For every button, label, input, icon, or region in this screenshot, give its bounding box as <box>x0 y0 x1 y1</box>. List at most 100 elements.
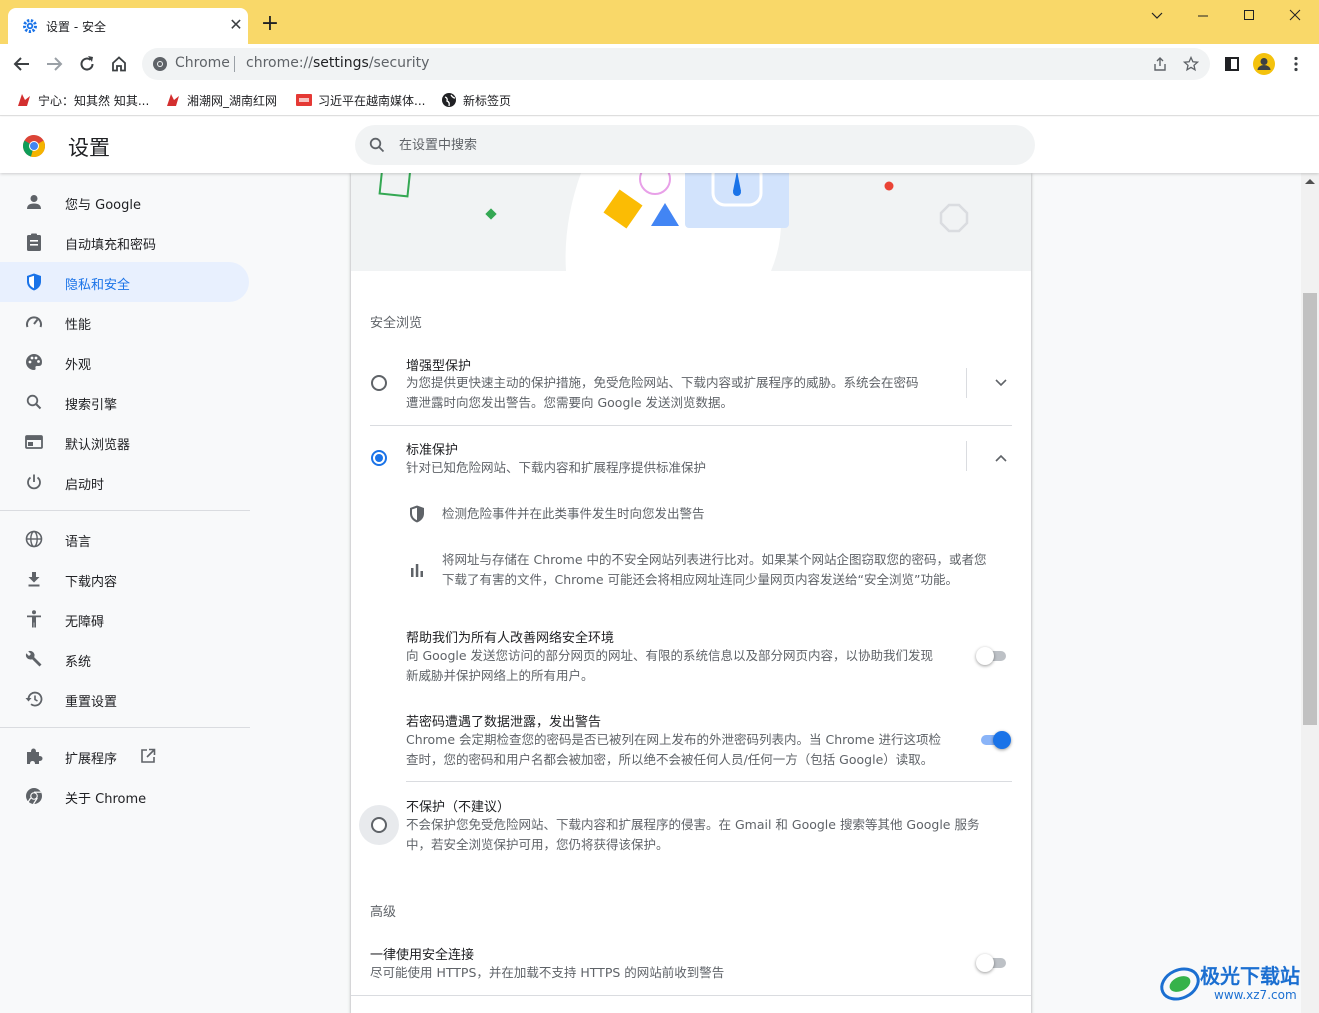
address-bar[interactable]: Chrome chrome://settings/security <box>142 48 1210 80</box>
sidebar-item-downloads[interactable]: 下载内容 <box>0 559 249 599</box>
watermark-text: 极光下载站 <box>1200 964 1300 988</box>
bookmark-label: 湘潮网_湖南红网 <box>187 93 278 108</box>
sidebar-item-search-engine[interactable]: 搜索引擎 <box>0 382 249 422</box>
accessibility-icon <box>24 610 44 628</box>
share-icon[interactable] <box>1150 54 1170 74</box>
help-improve-toggle[interactable] <box>976 647 1008 665</box>
maximize-icon[interactable] <box>1226 4 1272 28</box>
back-icon[interactable] <box>8 50 36 78</box>
sidebar-item-accessibility[interactable]: 无障碍 <box>0 599 249 639</box>
omnibox-url[interactable]: chrome://settings/security <box>246 55 429 71</box>
reload-icon[interactable] <box>73 50 101 78</box>
page-scrollbar[interactable] <box>1301 173 1319 1013</box>
search-icon <box>24 393 44 411</box>
toggle-knob <box>993 731 1011 749</box>
bookmark-label: 习近平在越南媒体... <box>318 93 426 108</box>
new-tab-button[interactable]: + <box>258 12 282 36</box>
settings-header: 设置 <box>0 117 1319 173</box>
sidebar-item-appearance[interactable]: 外观 <box>0 342 249 382</box>
tab-settings-security[interactable]: 设置 - 安全 ✕ <box>8 8 248 44</box>
palette-icon <box>24 353 44 371</box>
toggle-knob <box>976 647 994 665</box>
settings-body: 您与 Google 自动填充和密码 隐私和安全 性能 外观 搜索引擎 默认浏览器 <box>0 173 1319 1013</box>
tab-title: 设置 - 安全 <box>46 20 106 34</box>
puzzle-icon <box>24 747 44 765</box>
standard-protection-desc: 针对已知危险网站、下载内容和扩展程序提供标准保护 <box>406 460 707 475</box>
section-heading-advanced: 高级 <box>370 905 397 920</box>
sidebar-item-default-browser[interactable]: 默认浏览器 <box>0 422 249 462</box>
scroll-up-arrow-icon[interactable] <box>1305 179 1315 184</box>
https-toggle[interactable] <box>976 954 1008 972</box>
enhanced-protection-desc: 为您提供更快速主动的保护措施，免受危险网站、下载内容或扩展程序的威胁。系统会在密… <box>406 375 919 390</box>
bar-chart-icon <box>408 561 426 579</box>
bookmark-favicon-icon <box>296 92 312 108</box>
standard-protection-title: 标准保护 <box>406 443 459 458</box>
no-protection-title: 不保护（不建议） <box>406 800 511 815</box>
bookmark-item[interactable]: 宁心：知其然 知其... <box>16 92 149 108</box>
download-icon <box>24 570 44 588</box>
bookmark-label: 宁心：知其然 知其... <box>38 93 150 108</box>
forward-icon[interactable] <box>40 50 68 78</box>
shield-icon <box>24 273 44 291</box>
password-warning-desc: 查时，您的密码和用户名都会被加密，所以绝不会被任何人员/任何一方（包括 Goog… <box>406 752 934 767</box>
password-warning-toggle[interactable] <box>979 731 1011 749</box>
omnibox-site-label: Chrome <box>175 55 230 71</box>
sidebar-item-label: 自动填充和密码 <box>65 238 157 253</box>
settings-search[interactable] <box>355 125 1035 165</box>
radio-no-protection[interactable] <box>371 817 387 833</box>
bookmark-item[interactable]: 习近平在越南媒体... <box>296 92 425 108</box>
profile-avatar[interactable] <box>1250 50 1278 78</box>
sidebar-item-privacy-security[interactable]: 隐私和安全 <box>0 262 249 302</box>
banner-art <box>351 173 1031 271</box>
divider <box>966 368 967 398</box>
bookmark-star-icon[interactable] <box>1181 54 1201 74</box>
sidebar-item-on-startup[interactable]: 启动时 <box>0 462 249 502</box>
side-panel-icon[interactable] <box>1218 50 1246 78</box>
clipboard-icon <box>24 233 44 251</box>
bookmark-favicon-icon <box>16 92 32 108</box>
sidebar-item-label: 扩展程序 <box>65 752 118 767</box>
bookmark-item[interactable]: 湘潮网_湖南红网 <box>165 92 277 108</box>
sidebar-item-label: 重置设置 <box>65 695 118 710</box>
tab-close-icon[interactable]: ✕ <box>226 15 246 35</box>
toggle-knob <box>976 954 994 972</box>
radio-enhanced-protection[interactable] <box>371 375 387 391</box>
radio-standard-protection[interactable] <box>371 450 387 466</box>
sidebar-item-extensions[interactable]: 扩展程序 <box>0 736 249 776</box>
sidebar-item-about-chrome[interactable]: 关于 Chrome <box>0 776 249 816</box>
speedometer-icon <box>24 313 44 331</box>
chevron-down-icon[interactable] <box>991 373 1011 393</box>
home-icon[interactable] <box>105 50 133 78</box>
page-title: 设置 <box>68 136 110 160</box>
search-icon <box>369 137 385 153</box>
open-in-new-icon <box>140 748 156 768</box>
sidebar-item-reset[interactable]: 重置设置 <box>0 679 249 719</box>
sidebar-item-label: 无障碍 <box>65 615 105 630</box>
gear-icon <box>23 19 37 33</box>
watermark-url: www.xz7.com <box>1214 988 1297 1002</box>
minimize-icon[interactable] <box>1180 4 1226 28</box>
globe-icon <box>24 530 44 548</box>
search-input[interactable] <box>399 133 999 157</box>
close-window-icon[interactable] <box>1272 4 1318 28</box>
wrench-icon <box>24 650 44 668</box>
sidebar-item-performance[interactable]: 性能 <box>0 302 249 342</box>
sidebar-item-autofill[interactable]: 自动填充和密码 <box>0 222 249 262</box>
sidebar-item-label: 您与 Google <box>65 198 141 213</box>
password-warning-desc: Chrome 会定期检查您的密码是否已被列在网上发布的外泄密码列表内。当 Chr… <box>406 732 941 747</box>
sidebar-item-you-and-google[interactable]: 您与 Google <box>0 182 249 222</box>
sidebar-item-label: 下载内容 <box>65 575 118 590</box>
sidebar-item-system[interactable]: 系统 <box>0 639 249 679</box>
bookmark-label: 新标签页 <box>463 93 512 108</box>
sidebar-item-label: 隐私和安全 <box>65 278 131 293</box>
standard-detail-compare: 下载了有害的文件，Chrome 可能还会将相应网址连同少量网页内容发送给“安全浏… <box>442 572 958 587</box>
scrollbar-thumb[interactable] <box>1303 293 1317 725</box>
watermark: 极光下载站 www.xz7.com <box>1158 958 1314 1006</box>
sidebar-item-languages[interactable]: 语言 <box>0 519 249 559</box>
menu-dots-icon[interactable] <box>1282 50 1310 78</box>
help-improve-title: 帮助我们为所有人改善网络安全环境 <box>406 631 615 646</box>
person-icon <box>24 193 44 211</box>
bookmark-item[interactable]: 新标签页 <box>441 92 511 108</box>
chevron-up-icon[interactable] <box>991 448 1011 468</box>
chevron-down-icon[interactable] <box>1134 4 1180 28</box>
